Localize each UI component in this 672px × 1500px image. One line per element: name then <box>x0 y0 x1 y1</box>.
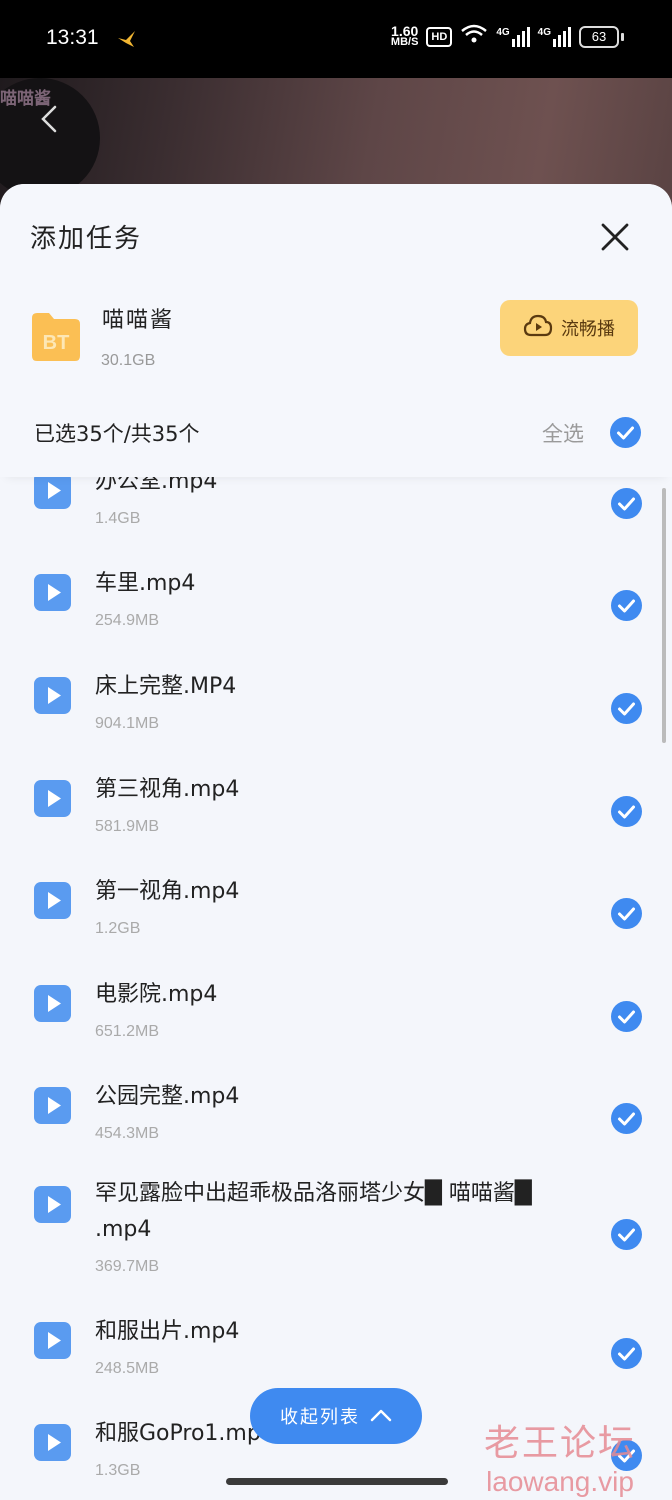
smooth-play-button[interactable]: 流畅播 <box>500 300 638 356</box>
video-file-icon <box>34 1424 71 1461</box>
check-icon[interactable] <box>611 488 642 519</box>
torrent-size: 30.1GB <box>101 352 156 369</box>
page-title: 添加任务 <box>30 224 143 254</box>
cell-signal-icon: 4G <box>496 26 530 47</box>
check-icon[interactable] <box>611 898 642 929</box>
collapse-list-label: 收起列表 <box>280 1407 360 1428</box>
video-file-icon <box>34 882 71 919</box>
select-all-label[interactable]: 全选 <box>542 418 584 448</box>
check-icon[interactable] <box>611 1103 642 1134</box>
file-size: 1.4GB <box>95 510 141 527</box>
file-name: 床上完整.MP4 <box>95 674 237 699</box>
forum-watermark: 老王论坛 laowang.vip <box>484 1414 636 1498</box>
file-size: 254.9MB <box>95 612 160 629</box>
status-indicators: 1.60 MB/S HD 4G 4G 63 <box>391 24 624 49</box>
collapse-list-button[interactable]: 收起列表 <box>250 1388 422 1444</box>
file-size: 581.9MB <box>95 818 160 835</box>
video-file-icon <box>34 1087 71 1124</box>
check-icon[interactable] <box>611 1001 642 1032</box>
smooth-play-label: 流畅播 <box>561 319 615 340</box>
chevron-up-icon <box>370 1406 392 1427</box>
video-file-icon <box>34 677 71 714</box>
video-file-icon <box>34 985 71 1022</box>
status-bar: 13:31 1.60 MB/S HD 4G 4G 63 <box>0 0 672 78</box>
status-time: 13:31 <box>46 26 99 49</box>
bt-folder-icon: BT <box>30 310 82 362</box>
scrollbar[interactable] <box>662 488 666 743</box>
add-task-sheet: 办公室.mp4 1.4GB 车里.mp4 254.9MB 床上完整.MP4 90… <box>0 184 672 1500</box>
video-file-icon <box>34 780 71 817</box>
wifi-icon <box>460 24 488 49</box>
battery-indicator: 63 <box>579 25 624 48</box>
file-name: 公园完整.mp4 <box>95 1084 240 1109</box>
check-icon[interactable] <box>611 1338 642 1369</box>
file-size: 1.3GB <box>95 1462 141 1479</box>
cell-signal-icon-2: 4G <box>538 26 571 47</box>
video-file-icon <box>34 1186 71 1223</box>
video-file-icon <box>34 472 71 509</box>
back-arrow-icon[interactable] <box>38 104 60 134</box>
home-indicator[interactable] <box>226 1478 448 1485</box>
file-name: 第三视角.mp4 <box>95 777 240 802</box>
selected-count: 已选35个/共35个 <box>34 422 200 446</box>
file-size: 1.2GB <box>95 920 141 937</box>
cloud-play-icon <box>523 313 553 344</box>
svg-text:BT: BT <box>43 332 70 354</box>
file-size: 904.1MB <box>95 715 160 732</box>
file-size: 454.3MB <box>95 1125 160 1142</box>
file-size: 248.5MB <box>95 1360 160 1377</box>
network-speed: 1.60 MB/S <box>390 22 419 48</box>
file-name: 车里.mp4 <box>95 571 196 596</box>
check-icon[interactable] <box>611 590 642 621</box>
hd-badge: HD <box>426 26 453 47</box>
bird-app-icon <box>116 28 138 50</box>
file-name: 第一视角.mp4 <box>95 879 240 904</box>
torrent-name: 喵喵酱 <box>102 308 175 333</box>
sheet-header: 添加任务 BT 喵喵酱 30.1GB 流畅播 已选35个/共35个 全选 <box>0 184 672 477</box>
check-icon[interactable] <box>611 693 642 724</box>
file-name: 罕见露脸中出超乖极品洛丽塔少女█ 喵喵酱█ .mp4 <box>95 1181 532 1242</box>
file-name: 电影院.mp4 <box>95 982 218 1007</box>
close-icon[interactable] <box>596 218 634 256</box>
select-all-check-icon[interactable] <box>610 417 641 448</box>
file-name: 和服出片.mp4 <box>95 1319 240 1344</box>
forum-watermark-name: 老王论坛 <box>484 1423 637 1464</box>
video-file-icon <box>34 574 71 611</box>
forum-watermark-url: laowang.vip <box>486 1466 634 1497</box>
check-icon[interactable] <box>611 796 642 827</box>
file-size: 651.2MB <box>95 1023 160 1040</box>
video-file-icon <box>34 1322 71 1359</box>
file-size: 369.7MB <box>95 1258 160 1275</box>
check-icon[interactable] <box>611 1219 642 1250</box>
